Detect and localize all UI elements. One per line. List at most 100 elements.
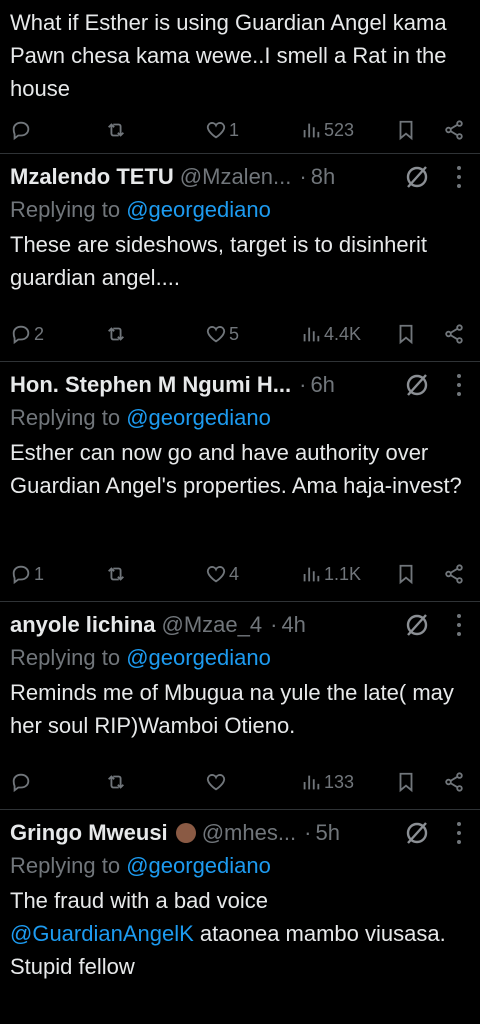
views-icon	[303, 567, 320, 582]
like-button[interactable]	[205, 771, 300, 793]
reply-button[interactable]	[10, 119, 105, 141]
reply-button[interactable]: 2	[10, 323, 105, 345]
tweet-header: anyole lichina @Mzae_4 · 4h	[10, 610, 466, 640]
share-icon	[445, 120, 463, 140]
views-button[interactable]: 133	[300, 771, 395, 793]
tweet-text: What if Esther is using Guardian Angel k…	[10, 10, 447, 101]
retweet-icon	[108, 327, 124, 341]
share-icon	[445, 324, 463, 344]
share-button[interactable]	[435, 323, 465, 345]
replying-to: Replying to @georgediano	[10, 853, 271, 878]
tweet-actions: 133	[10, 762, 466, 802]
replying-to: Replying to @georgediano	[10, 645, 271, 670]
author-handle[interactable]: @mhes...	[202, 820, 296, 846]
like-icon	[206, 326, 226, 343]
reply-count: 1	[34, 563, 45, 584]
tweet[interactable]: Gringo Mweusi @mhes... · 5h Replying to …	[0, 810, 480, 1024]
views-count: 1.1K	[324, 563, 362, 584]
bookmark-button[interactable]	[395, 119, 435, 141]
tweet-text: Esther can now go and have authority ove…	[10, 440, 462, 498]
retweet-icon	[108, 775, 124, 789]
tweet[interactable]: What if Esther is using Guardian Angel k…	[0, 0, 480, 154]
mention-link[interactable]: @georgediano	[126, 197, 271, 222]
avatar-emoji-icon	[175, 823, 196, 843]
share-button[interactable]	[435, 771, 465, 793]
bookmark-icon	[399, 324, 413, 345]
reply-icon	[12, 773, 30, 793]
views-count: 4.4K	[324, 323, 362, 344]
more-icon[interactable]	[456, 822, 462, 844]
tweet-actions: 2 5 4.4K	[10, 314, 466, 354]
replying-to: Replying to @georgediano	[10, 197, 271, 222]
grok-icon[interactable]	[404, 372, 430, 398]
tweet-text: These are sideshows, target is to disinh…	[10, 232, 427, 290]
grok-icon[interactable]	[404, 820, 430, 846]
author-handle[interactable]: @Mzae_4	[162, 612, 263, 638]
bookmark-icon	[399, 120, 413, 141]
author-name[interactable]: anyole lichina	[10, 612, 156, 638]
share-button[interactable]	[435, 563, 465, 585]
share-icon	[445, 564, 463, 584]
share-icon	[445, 772, 463, 792]
tweet[interactable]: Mzalendo TETU @Mzalen... · 8h Replying t…	[0, 154, 480, 362]
timestamp[interactable]: 6h	[310, 372, 334, 398]
like-count: 4	[229, 563, 240, 584]
like-button[interactable]: 1	[205, 119, 300, 141]
bookmark-icon	[399, 564, 413, 585]
views-icon	[303, 775, 320, 790]
tweet[interactable]: anyole lichina @Mzae_4 · 4h Replying to …	[0, 602, 480, 810]
like-count: 1	[229, 119, 240, 140]
retweet-button[interactable]	[105, 771, 205, 793]
more-icon[interactable]	[456, 166, 462, 188]
views-count: 523	[324, 119, 355, 140]
bookmark-button[interactable]	[395, 771, 435, 793]
like-button[interactable]: 4	[205, 563, 300, 585]
tweet-header: Hon. Stephen M Ngumi H... · 6h	[10, 370, 466, 400]
like-count: 5	[229, 323, 240, 344]
mention-link[interactable]: @georgediano	[126, 853, 271, 878]
retweet-button[interactable]	[105, 563, 205, 585]
grok-icon[interactable]	[404, 164, 430, 190]
more-icon[interactable]	[456, 374, 462, 396]
views-icon	[303, 123, 320, 138]
mention-link[interactable]: @georgediano	[126, 405, 271, 430]
like-icon	[206, 122, 226, 139]
tweet-actions: 1 523	[10, 110, 466, 150]
timestamp[interactable]: 8h	[311, 164, 335, 190]
views-button[interactable]: 523	[300, 119, 395, 141]
mention-link[interactable]: @georgediano	[126, 645, 271, 670]
share-button[interactable]	[435, 119, 465, 141]
separator: ·	[299, 372, 307, 397]
author-name[interactable]: Gringo Mweusi	[10, 820, 168, 846]
timestamp[interactable]: 5h	[315, 820, 339, 846]
replying-to: Replying to @georgediano	[10, 405, 271, 430]
reply-icon	[12, 121, 30, 141]
like-button[interactable]: 5	[205, 323, 300, 345]
like-icon	[206, 774, 226, 791]
bookmark-button[interactable]	[395, 323, 435, 345]
retweet-button[interactable]	[105, 119, 205, 141]
grok-icon[interactable]	[404, 612, 430, 638]
reply-button[interactable]: 1	[10, 563, 105, 585]
bookmark-button[interactable]	[395, 563, 435, 585]
separator: ·	[304, 820, 312, 845]
author-handle[interactable]: @Mzalen...	[180, 164, 292, 190]
views-button[interactable]: 4.4K	[300, 323, 395, 345]
tweet-text: Reminds me of Mbugua na yule the late( m…	[10, 680, 454, 738]
tweet-header: Gringo Mweusi @mhes... · 5h	[10, 818, 466, 848]
bookmark-icon	[399, 772, 413, 793]
timestamp[interactable]: 4h	[281, 612, 305, 638]
views-button[interactable]: 1.1K	[300, 563, 395, 585]
reply-feed: What if Esther is using Guardian Angel k…	[0, 0, 480, 1024]
reply-button[interactable]	[10, 771, 105, 793]
tweet-actions: 1 4 1.1K	[10, 554, 466, 594]
more-icon[interactable]	[456, 614, 462, 636]
like-icon	[206, 566, 226, 583]
author-name[interactable]: Mzalendo TETU	[10, 164, 174, 190]
separator: ·	[270, 612, 278, 637]
author-name[interactable]: Hon. Stephen M Ngumi H...	[10, 372, 291, 398]
retweet-button[interactable]	[105, 323, 205, 345]
mention-link[interactable]: @GuardianAngelK	[10, 921, 194, 946]
reply-count: 2	[34, 323, 45, 344]
tweet[interactable]: Hon. Stephen M Ngumi H... · 6h Replying …	[0, 362, 480, 602]
